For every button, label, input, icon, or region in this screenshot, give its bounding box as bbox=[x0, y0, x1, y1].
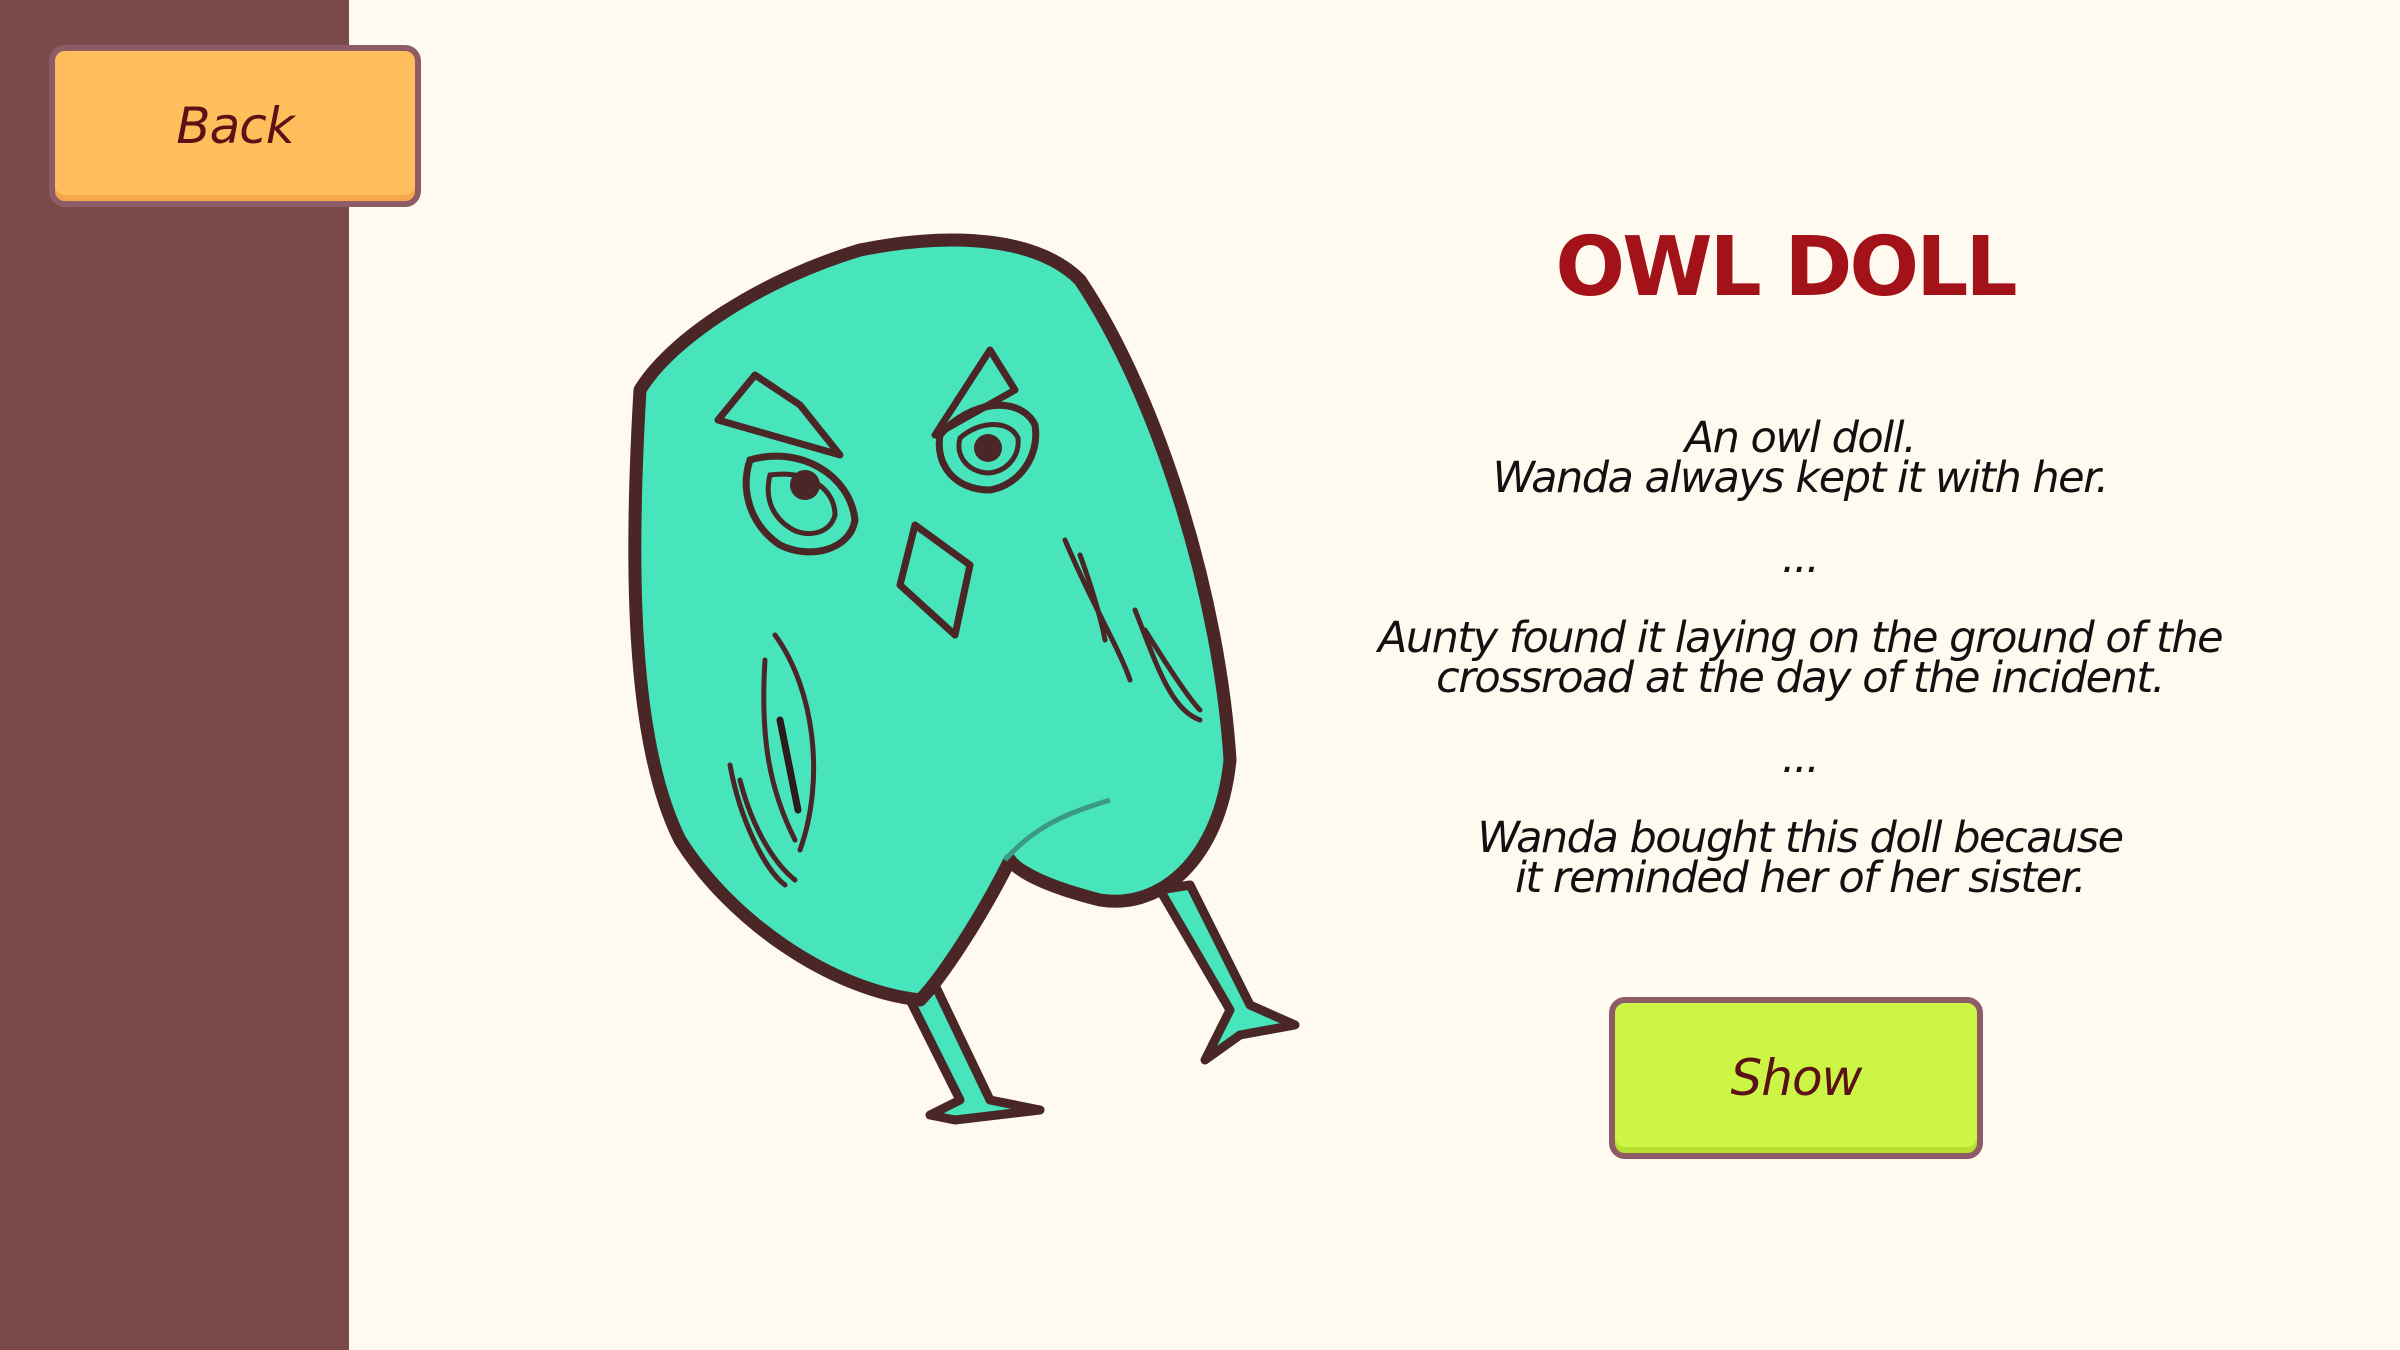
owl-doll-illustration bbox=[628, 233, 1300, 1125]
description-line: Aunty found it laying on the ground of t… bbox=[1377, 613, 2224, 663]
back-button[interactable]: Back bbox=[49, 45, 421, 207]
description-line: An owl doll. bbox=[1684, 413, 1917, 463]
item-title: OWL DOLL bbox=[1555, 220, 2017, 315]
item-description: An owl doll. Wanda always kept it with h… bbox=[1360, 413, 2240, 903]
show-button-label: Show bbox=[1730, 1049, 1863, 1107]
description-line: Wanda bought this doll because bbox=[1477, 813, 2124, 863]
description-separator: ... bbox=[1781, 733, 1820, 783]
description-line: crossroad at the day of the incident. bbox=[1436, 653, 2165, 703]
description-separator: ... bbox=[1781, 533, 1820, 583]
show-button[interactable]: Show bbox=[1609, 997, 1983, 1159]
description-line: it reminded her of her sister. bbox=[1514, 853, 2087, 903]
description-line: Wanda always kept it with her. bbox=[1492, 453, 2109, 503]
back-button-label: Back bbox=[176, 97, 294, 155]
